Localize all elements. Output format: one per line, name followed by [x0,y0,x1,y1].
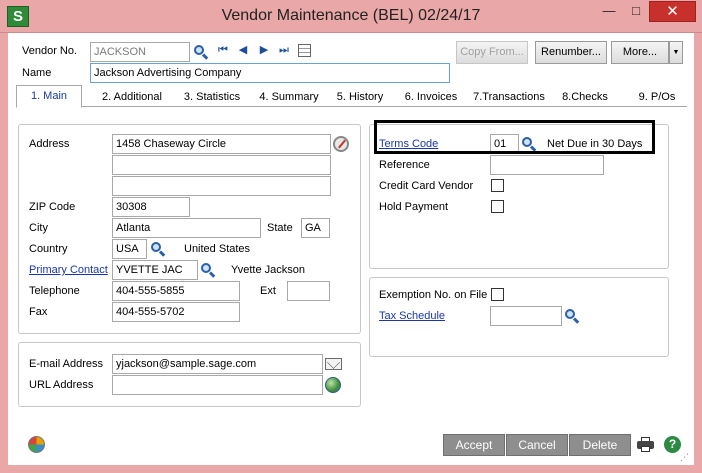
tax-schedule-field[interactable] [490,306,562,326]
vendor-lookup-icon[interactable] [193,44,209,60]
help-icon[interactable]: ? [664,436,681,453]
accept-button[interactable]: Accept [443,434,505,456]
tab-strip: 1. Main 2. Additional 3. Statistics 4. S… [16,85,687,108]
list-view-icon[interactable] [298,44,311,57]
telephone-label: Telephone [29,285,80,297]
tab-statistics[interactable]: 3. Statistics [176,89,248,107]
telephone-field[interactable]: 404-555-5855 [112,281,240,301]
extension-field[interactable] [287,281,330,301]
title-bar: S Vendor Maintenance (BEL) 02/24/17 — □ … [0,0,702,33]
fax-label: Fax [29,306,48,318]
reference-label: Reference [379,159,430,171]
last-record-icon[interactable]: ⏭ [278,44,290,57]
url-address-field[interactable] [112,375,323,395]
hold-payment-checkbox[interactable] [491,200,504,213]
tab-invoices[interactable]: 6. Invoices [400,89,462,107]
tax-schedule-lookup-icon[interactable] [564,308,580,324]
city-label: City [29,222,48,234]
tab-purchase-orders[interactable]: 9. P/Os [632,89,682,107]
credit-card-vendor-label: Credit Card Vendor [379,180,474,192]
more-button[interactable]: More... [611,41,669,64]
tax-panel: Exemption No. on File Tax Schedule [369,277,669,357]
delete-button[interactable]: Delete [569,434,631,456]
chart-pie-icon[interactable] [28,436,45,453]
country-lookup-icon[interactable] [150,241,166,257]
credit-card-vendor-checkbox[interactable] [491,179,504,192]
zip-code-field[interactable]: 30308 [112,197,190,217]
tab-additional[interactable]: 2. Additional [94,89,170,107]
copy-from-button[interactable]: Copy From... [456,41,528,64]
email-panel: E-mail Address yjackson@sample.sage.com … [18,342,361,407]
contact-lookup-icon[interactable] [200,262,216,278]
address-label: Address [29,138,70,150]
city-field[interactable]: Atlanta [112,218,261,238]
tab-transactions[interactable]: 7.Transactions [468,89,550,107]
email-address-label: E-mail Address [29,358,103,370]
minimize-button[interactable]: — [595,1,623,22]
zip-code-label: ZIP Code [29,201,76,213]
vendor-no-label: Vendor No. [22,45,78,57]
map-compass-icon[interactable] [333,136,349,152]
address-line-3-field[interactable] [112,176,331,196]
resize-grip-icon[interactable]: ⋰ [680,451,692,463]
send-email-icon[interactable] [325,358,342,370]
primary-contact-link[interactable]: Primary Contact [29,264,108,276]
reference-field[interactable] [490,155,604,175]
close-window-button[interactable]: ✕ [649,1,696,22]
vendor-no-field[interactable]: JACKSON [90,42,190,62]
window-frame-right [694,33,702,473]
country-label: Country [29,243,68,255]
tab-main[interactable]: 1. Main [16,85,82,108]
next-record-icon[interactable]: ▶ [258,44,270,57]
tab-checks[interactable]: 8.Checks [556,89,614,107]
name-label: Name [22,67,52,79]
more-dropdown-arrow[interactable]: ▼ [669,41,683,64]
state-label: State [267,222,293,234]
hold-payment-label: Hold Payment [379,201,449,213]
previous-record-icon[interactable]: ◀ [237,44,249,57]
printer-icon[interactable] [637,437,654,452]
exemption-on-file-checkbox[interactable] [491,288,504,301]
country-name-text: United States [184,243,251,255]
primary-contact-field[interactable]: YVETTE JAC [112,260,198,280]
url-address-label: URL Address [29,379,94,391]
contact-name-text: Yvette Jackson [231,264,305,276]
address-panel: Address 1458 Chaseway Circle ZIP Code 30… [18,124,361,334]
maximize-button[interactable]: □ [622,1,650,22]
tab-history[interactable]: 5. History [332,89,388,107]
country-field[interactable]: USA [112,239,147,259]
terms-code-highlight-box [374,120,655,154]
fax-field[interactable]: 404-555-5702 [112,302,240,322]
address-line-1-field[interactable]: 1458 Chaseway Circle [112,134,331,154]
vendor-name-field[interactable]: Jackson Advertising Company [90,63,450,83]
window-frame-left [0,33,8,473]
state-field[interactable]: GA [301,218,330,238]
address-line-2-field[interactable] [112,155,331,175]
tab-summary[interactable]: 4. Summary [254,89,324,107]
ext-label: Ext [260,285,276,297]
window-client-area: Vendor No. JACKSON ⏮ ◀ ▶ ⏭ Copy From... … [8,33,694,465]
cancel-button[interactable]: Cancel [506,434,568,456]
renumber-button[interactable]: Renumber... [535,41,607,64]
exemption-on-file-label: Exemption No. on File [379,289,488,301]
email-address-field[interactable]: yjackson@sample.sage.com [112,354,323,374]
window-frame-bottom [0,465,702,473]
open-url-globe-icon[interactable] [325,377,341,393]
tax-schedule-link[interactable]: Tax Schedule [379,310,445,322]
first-record-icon[interactable]: ⏮ [217,44,229,57]
